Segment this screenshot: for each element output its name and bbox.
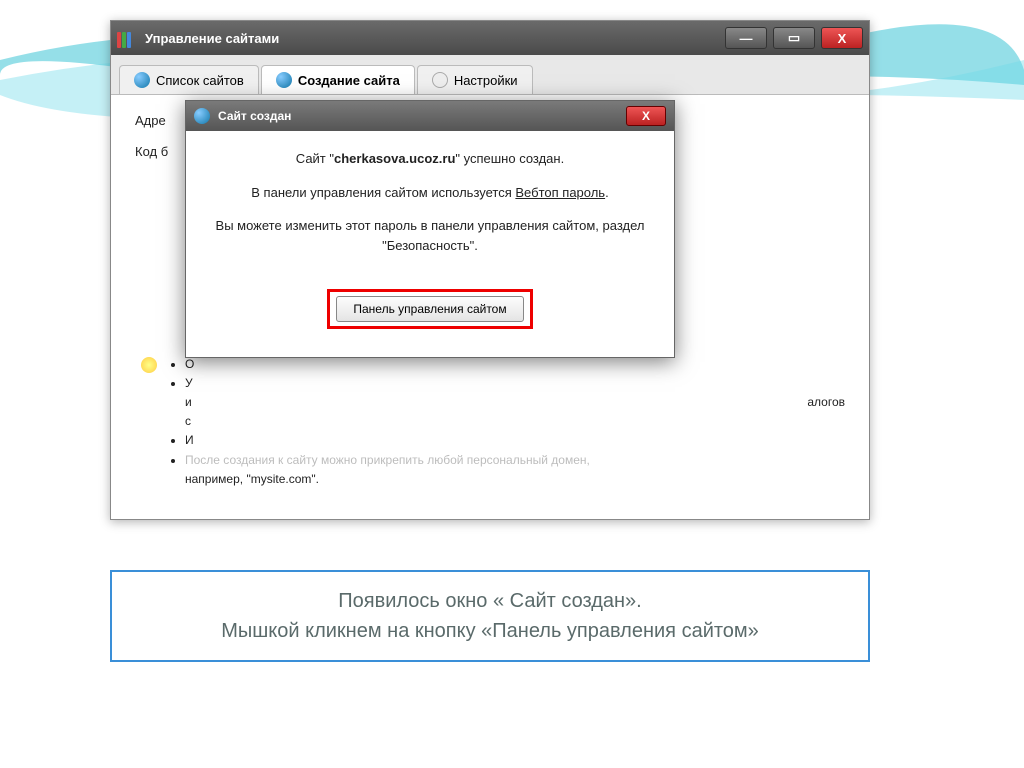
dialog-message-2: В панели управления сайтом используется … <box>210 183 650 203</box>
tab-site-list[interactable]: Список сайтов <box>119 65 259 94</box>
dialog-title: Сайт создан <box>218 109 626 123</box>
dialog-body: Сайт "cherkasova.ucoz.ru" успешно создан… <box>186 131 674 357</box>
dialog-titlebar: Сайт создан X <box>186 101 674 131</box>
close-button[interactable]: X <box>821 27 863 49</box>
dialog-message-1: Сайт "cherkasova.ucoz.ru" успешно создан… <box>210 149 650 169</box>
webtop-password-link[interactable]: Вебтоп пароль <box>515 185 605 200</box>
globe-icon <box>194 108 210 124</box>
maximize-button[interactable]: ▭ <box>773 27 815 49</box>
app-icon <box>117 28 137 48</box>
tab-bar: Список сайтов Создание сайта Настройки <box>111 55 869 95</box>
wrench-icon <box>432 72 448 88</box>
caption-line-2: Мышкой кликнем на кнопку «Панель управле… <box>132 616 848 646</box>
highlighted-button-frame: Панель управления сайтом <box>327 289 532 329</box>
tab-create-site[interactable]: Создание сайта <box>261 65 415 94</box>
control-panel-button[interactable]: Панель управления сайтом <box>336 296 523 322</box>
tab-label: Создание сайта <box>298 73 400 88</box>
tab-label: Список сайтов <box>156 73 244 88</box>
instruction-caption: Появилось окно « Сайт создан». Мышкой кл… <box>110 570 870 662</box>
window-title: Управление сайтами <box>145 31 725 46</box>
globe-icon <box>134 72 150 88</box>
tip-text: алогов <box>807 393 845 412</box>
tip-text: с <box>185 412 845 431</box>
minimize-button[interactable]: — <box>725 27 767 49</box>
tip-item: После создания к сайту можно прикрепить … <box>185 451 845 489</box>
tip-item: И <box>185 431 845 450</box>
tab-label: Настройки <box>454 73 518 88</box>
tips-area: О У и алогов с И После создания к сайту … <box>135 355 845 489</box>
dialog-close-button[interactable]: X <box>626 106 666 126</box>
dialog-site-created: Сайт создан X Сайт "cherkasova.ucoz.ru" … <box>185 100 675 358</box>
tip-text: и <box>185 395 192 409</box>
dialog-message-3: Вы можете изменить этот пароль в панели … <box>210 216 650 255</box>
globe-plus-icon <box>276 72 292 88</box>
caption-line-1: Появилось окно « Сайт создан». <box>132 586 848 616</box>
window-controls: — ▭ X <box>725 27 863 49</box>
tab-settings[interactable]: Настройки <box>417 65 533 94</box>
main-titlebar: Управление сайтами — ▭ X <box>111 21 869 55</box>
lightbulb-icon <box>141 357 157 373</box>
tip-item: У <box>185 374 845 393</box>
